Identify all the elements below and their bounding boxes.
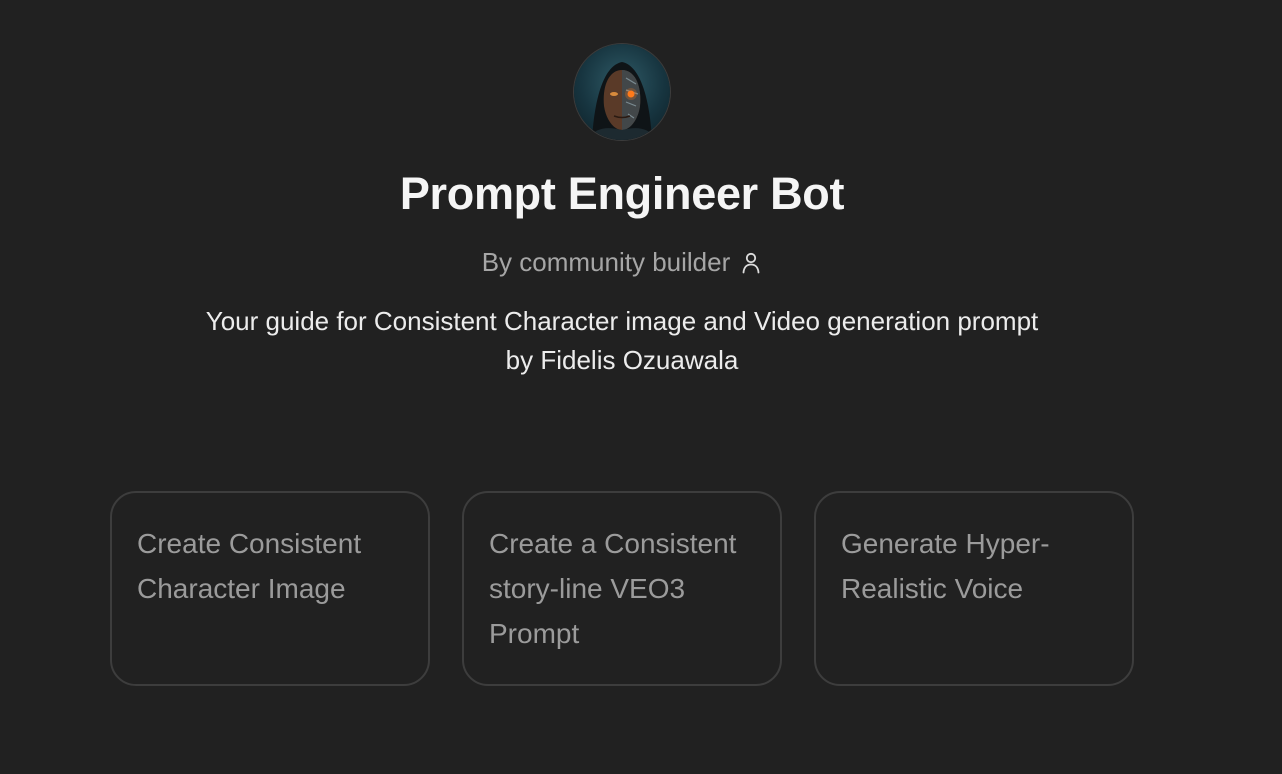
cyborg-portrait-avatar-icon [588, 62, 656, 140]
conversation-starters: Create Consistent Character Image Create… [110, 491, 1134, 686]
bot-description: Your guide for Consistent Character imag… [205, 306, 1039, 375]
starter-card-veo3-prompt[interactable]: Create a Consistent story-line VEO3 Prom… [462, 491, 782, 686]
person-icon [740, 251, 762, 275]
bot-byline: By community builder [0, 247, 1244, 278]
starter-card-label: Generate Hyper-Realistic Voice [841, 528, 1050, 604]
starter-card-realistic-voice[interactable]: Generate Hyper-Realistic Voice [814, 491, 1134, 686]
starter-card-label: Create Consistent Character Image [137, 528, 362, 604]
starter-card-consistent-character-image[interactable]: Create Consistent Character Image [110, 491, 430, 686]
bot-title: Prompt Engineer Bot [399, 168, 845, 219]
gpt-landing: Prompt Engineer Bot By community builder… [0, 0, 1282, 774]
starter-card-label: Create a Consistent story-line VEO3 Prom… [489, 528, 737, 649]
bot-avatar [574, 44, 670, 140]
byline-text: By community builder [481, 247, 731, 277]
